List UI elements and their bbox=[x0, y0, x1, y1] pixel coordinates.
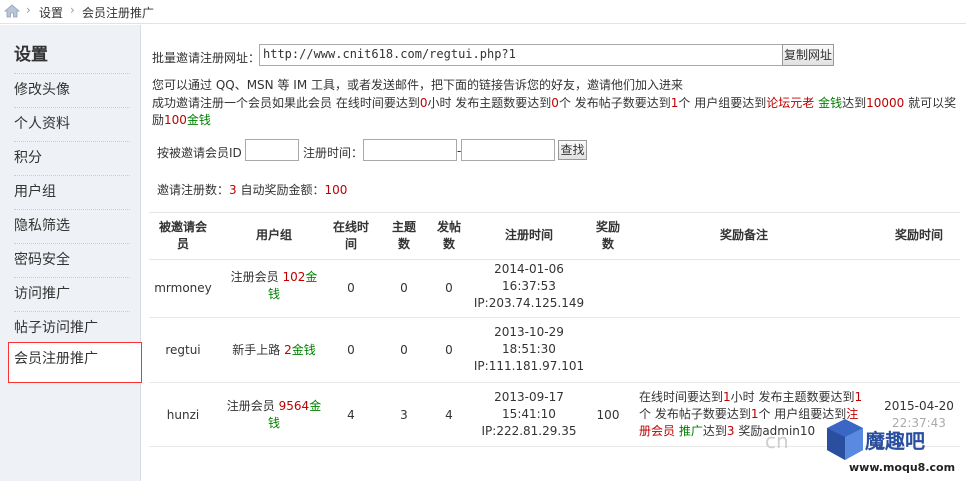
breadcrumb-separator: › bbox=[26, 3, 31, 17]
col-member: 被邀请会员 bbox=[158, 220, 207, 251]
col-usergroup: 用户组 bbox=[255, 228, 292, 242]
table-row: regtui 新手上路 2金钱 0 0 0 2013-10-29 18:51:30… bbox=[149, 318, 960, 383]
thread-count: 0 bbox=[400, 343, 408, 357]
member-name[interactable]: regtui bbox=[152, 342, 214, 359]
col-posts: 发帖数 bbox=[436, 220, 461, 251]
col-reward: 奖励数 bbox=[595, 220, 620, 251]
sidebar-item-profile[interactable]: 个人资料 bbox=[14, 107, 130, 140]
table-header: 被邀请会员 用户组 在线时间 主题数 发帖数 注册时间 奖励数 奖励备注 奖励时… bbox=[149, 212, 960, 260]
member-name[interactable]: mrmoney bbox=[152, 280, 214, 297]
invite-hint: 您可以通过 QQ、MSN 等 IM 工具，或者发送邮件，把下面的链接告诉您的好友… bbox=[152, 78, 683, 92]
table-row: mrmoney 注册会员 102金钱 0 0 0 2014-01-06 16:37… bbox=[149, 260, 960, 318]
reward-amount: 100 bbox=[596, 408, 620, 422]
watermark-site: www.moqu8.com bbox=[849, 461, 955, 474]
home-icon[interactable] bbox=[4, 4, 20, 18]
watermark-brand: 魔趣吧 bbox=[865, 429, 925, 453]
col-reward-note: 奖励备注 bbox=[719, 228, 768, 242]
member-name[interactable]: hunzi bbox=[152, 407, 214, 424]
reg-time-end-input[interactable] bbox=[461, 139, 555, 161]
sidebar: 设置 修改头像 个人资料 积分 用户组 隐私筛选 密码安全 访问推广 帖子访问推… bbox=[0, 25, 142, 481]
copy-url-button[interactable]: 复制网址 bbox=[782, 44, 834, 66]
sidebar-item-password[interactable]: 密码安全 bbox=[14, 243, 130, 276]
thread-count: 0 bbox=[400, 281, 408, 295]
sidebar-item-usergroup[interactable]: 用户组 bbox=[14, 175, 130, 208]
search-id-label: 按被邀请会员ID bbox=[157, 146, 242, 160]
post-count: 4 bbox=[445, 408, 453, 422]
sidebar-item-visit-promo[interactable]: 访问推广 bbox=[14, 277, 130, 310]
member-group: 注册会员 102金钱 bbox=[230, 270, 318, 301]
watermark-logo: cn 魔趣吧 www.moqu8.com bbox=[765, 419, 955, 474]
breadcrumb-settings[interactable]: 设置 bbox=[39, 4, 63, 21]
svg-text:cn: cn bbox=[765, 429, 789, 453]
invite-url-input[interactable]: http://www.cnit618.com/regtui.php?1 bbox=[259, 44, 783, 66]
online-time: 0 bbox=[347, 343, 355, 357]
reg-time: 2013-10-29 18:51:30 IP:111.181.97.101 bbox=[473, 325, 585, 373]
invite-rule-line2: 励100金钱 bbox=[152, 113, 211, 127]
breadcrumb: › 设置 › 会员注册推广 bbox=[0, 0, 966, 24]
col-regtime: 注册时间 bbox=[504, 228, 553, 242]
col-threads: 主题数 bbox=[391, 220, 416, 251]
search-button[interactable]: 查找 bbox=[558, 140, 587, 160]
member-group: 新手上路 2金钱 bbox=[232, 343, 316, 357]
reg-time-start-input[interactable] bbox=[363, 139, 457, 161]
post-count: 0 bbox=[445, 343, 453, 357]
member-group: 注册会员 9564金钱 bbox=[226, 399, 322, 430]
sidebar-item-privacy[interactable]: 隐私筛选 bbox=[14, 209, 130, 242]
post-count: 0 bbox=[445, 281, 453, 295]
col-reward-time: 奖励时间 bbox=[894, 228, 943, 242]
col-online: 在线时间 bbox=[332, 220, 369, 251]
breadcrumb-separator: › bbox=[70, 3, 75, 17]
sidebar-item-avatar[interactable]: 修改头像 bbox=[14, 73, 130, 106]
member-id-input[interactable] bbox=[245, 139, 299, 161]
invite-url-label: 批量邀请注册网址： bbox=[152, 51, 261, 65]
sidebar-item-post-promo[interactable]: 帖子访问推广 bbox=[14, 311, 130, 344]
invite-rule-line1: 成功邀请注册一个会员如果此会员 在线时间要达到0小时 发布主题数要达到0个 发布… bbox=[152, 96, 957, 110]
thread-count: 3 bbox=[400, 408, 408, 422]
sidebar-title: 设置 bbox=[14, 45, 48, 65]
reg-time: 2014-01-06 16:37:53 IP:203.74.125.149 bbox=[473, 262, 585, 310]
breadcrumb-current[interactable]: 会员注册推广 bbox=[82, 4, 154, 21]
online-time: 0 bbox=[347, 281, 355, 295]
invite-stats: 邀请注册数：3 自动奖励金额：100 bbox=[157, 183, 348, 197]
sidebar-item-credits[interactable]: 积分 bbox=[14, 141, 130, 174]
online-time: 4 bbox=[347, 408, 355, 422]
search-time-label: 注册时间： bbox=[303, 146, 364, 160]
sidebar-item-register-promo[interactable]: 会员注册推广 bbox=[8, 342, 142, 383]
reg-time: 2013-09-17 15:41:10 IP:222.81.29.35 bbox=[481, 390, 577, 438]
